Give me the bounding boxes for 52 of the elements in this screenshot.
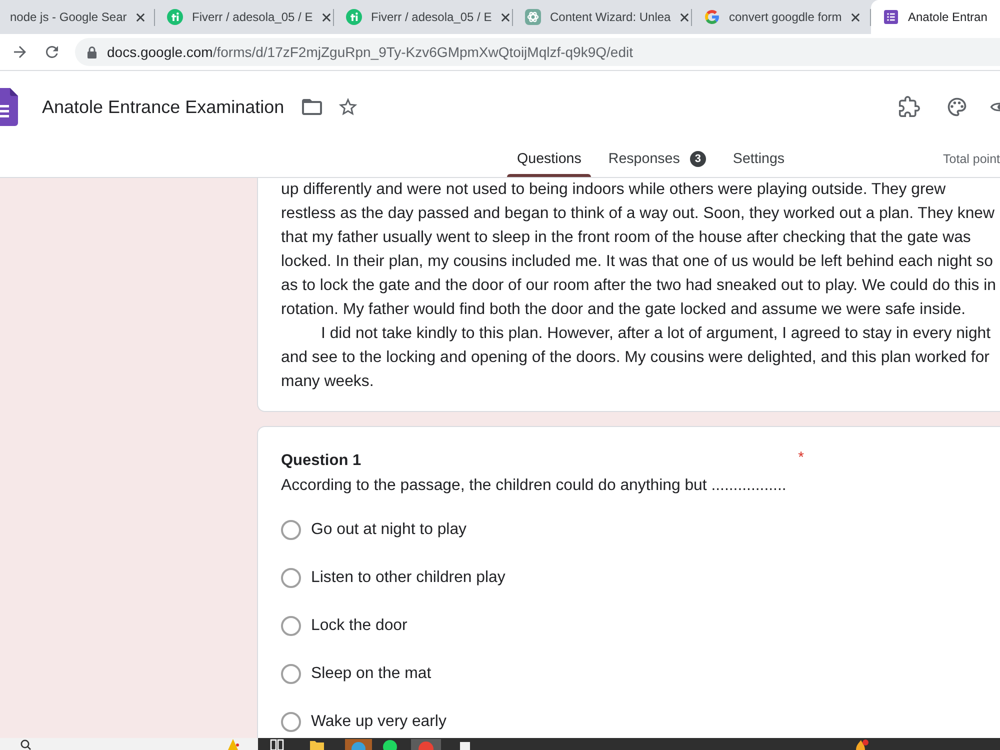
close-icon[interactable] [680, 12, 689, 22]
required-asterisk: * [798, 450, 804, 466]
option-label[interactable]: Listen to other children play [311, 569, 506, 587]
puzzle-icon[interactable] [898, 96, 920, 118]
close-icon[interactable] [850, 12, 860, 22]
browser-tab[interactable]: Fiverr / adesola_05 / E [334, 0, 513, 34]
browser-tab[interactable]: Content Wizard: Unlea [513, 0, 692, 34]
knot-logo-icon [525, 9, 541, 25]
browser-tab[interactable]: convert googdle form [692, 0, 871, 34]
lock-icon [87, 46, 97, 58]
option-label[interactable]: Go out at night to play [311, 521, 466, 539]
circle-logo-icon [167, 9, 183, 25]
option-label[interactable]: Sleep on the mat [311, 665, 432, 683]
radio-button[interactable] [281, 616, 301, 636]
browser-tab[interactable]: Anatole Entran [871, 0, 1000, 34]
list-icon [883, 9, 899, 25]
close-icon[interactable] [136, 12, 145, 22]
palette-icon[interactable] [946, 96, 968, 118]
app-icon[interactable] [383, 739, 397, 750]
triangle-icon [227, 739, 239, 750]
form-tab[interactable]: Responses 3 [598, 143, 716, 177]
option-label[interactable]: Wake up very early [311, 713, 446, 731]
total-points-label: Total point [943, 152, 1000, 168]
browser-tab[interactable]: Fiverr / adesola_05 / E [155, 0, 334, 34]
browser-tab[interactable]: node js - Google Sear [0, 0, 155, 34]
close-icon[interactable] [322, 12, 331, 22]
passage-paragraph: I did not take kindly to this plan. However, after a lot of argument, I agreed to stay in every night and see to the locking and opening of the doors. My cousins were delighted, and this plan worked for many weeks. [281, 324, 991, 392]
form-title[interactable]: Anatole Entrance Examination [42, 96, 284, 118]
close-icon[interactable] [500, 12, 510, 22]
search-icon [20, 739, 31, 750]
tab-label: Responses [608, 151, 680, 167]
radio-button[interactable] [281, 520, 301, 540]
form-tab[interactable]: Questions [507, 143, 592, 177]
question-text: According to the passage, the children could do anything but ................. [281, 476, 786, 496]
form-tab[interactable]: Settings [722, 143, 795, 177]
star-icon[interactable] [337, 96, 360, 118]
reload-icon [43, 43, 61, 61]
task-view-icon[interactable] [270, 739, 284, 750]
ring-logo-icon [704, 9, 720, 25]
radio-button[interactable] [281, 568, 301, 588]
flame-icon[interactable] [853, 739, 869, 750]
count-badge: 3 [690, 151, 706, 167]
circle-logo-icon [346, 9, 362, 25]
url-text: docs.google.com/forms/d/17zF2mjZguRpn_9Ty-Kzv6GMpmXwQtoijMqlzf-q9k9Q/edit [107, 44, 633, 60]
radio-button[interactable] [281, 712, 301, 732]
passage-paragraph: up differently and were not used to being indoors while others were playing outside. They grew restless as the day passed and began to think of a way out. Soon, they worked out a plan. They knew that my father usually went to sleep in the front room of the house after checking that the gate was locked. In their plan, my cousins included me. It was that one of us would be left behind each night so as to lock the gate and the door of our room after the two had sneaked out to play. We could do this in rotation. My father would find both the door and the gate locked and assume we were safe inside. [281, 180, 996, 320]
arrow-right-icon [11, 43, 29, 61]
address-field[interactable]: docs.google.com/forms/d/17zF2mjZguRpn_9Ty-Kzv6GMpmXwQtoijMqlzf-q9k9Q/edit [75, 38, 1000, 66]
option-label[interactable]: Lock the door [311, 617, 408, 635]
radio-button[interactable] [281, 664, 301, 684]
app-icon[interactable] [459, 739, 471, 750]
question-title: Question 1 [281, 451, 362, 471]
